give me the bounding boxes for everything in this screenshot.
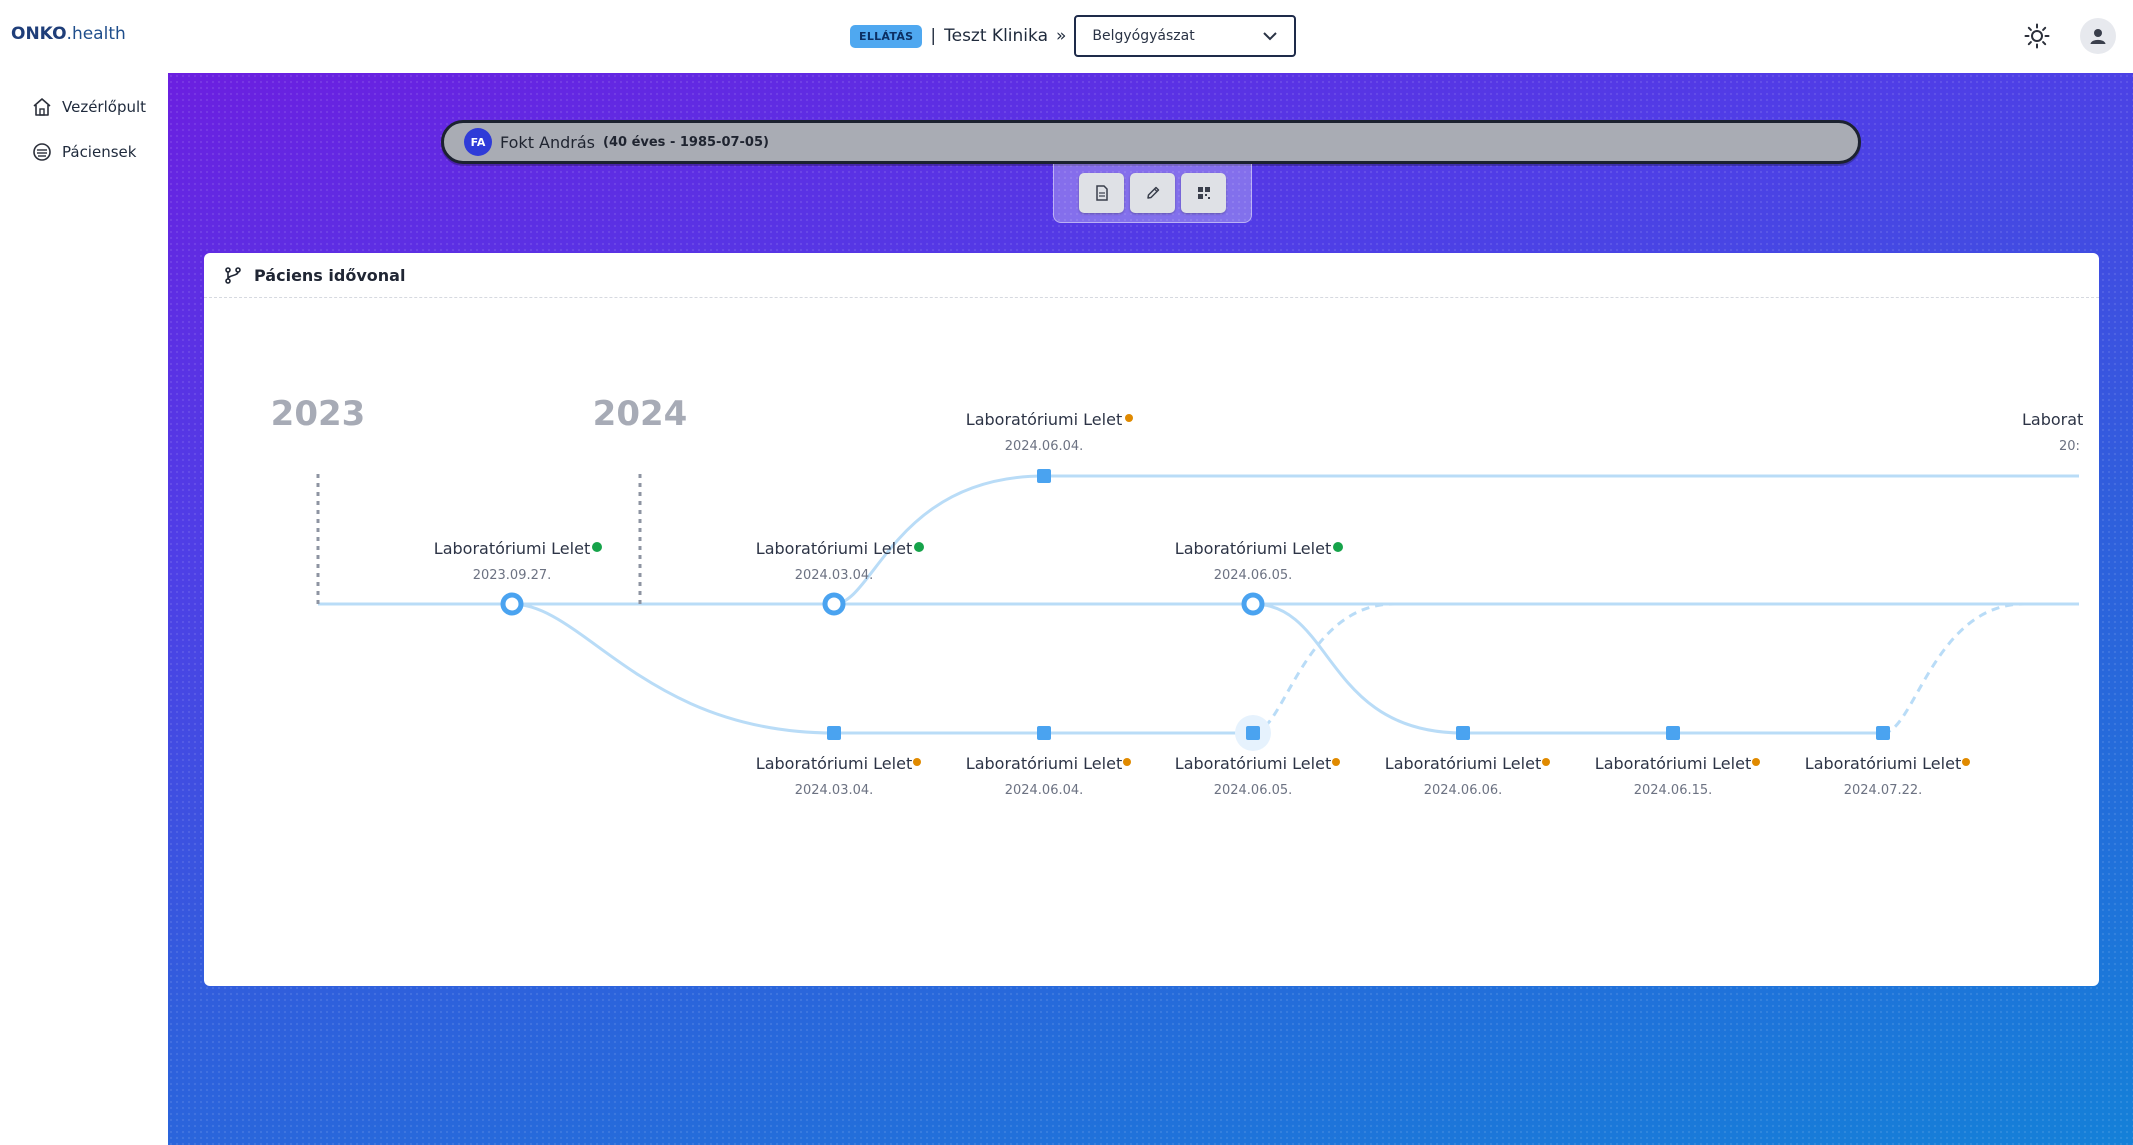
qr-icon [1197, 187, 1210, 199]
context-arrow: » [1055, 26, 1067, 46]
event-date: 20: [2059, 439, 2080, 454]
care-badge: ELLÁTÁS [850, 24, 923, 48]
timeline-event[interactable]: Laboratóriumi Lelet 2024.03.04. [756, 726, 921, 798]
context-separator: | [930, 26, 937, 46]
sidebar-item-label: Páciensek [62, 143, 137, 161]
timeline-event[interactable]: Laboratóriumi Lelet 2024.06.05. [1175, 715, 1340, 798]
event-date: 2024.06.06. [1424, 783, 1503, 798]
status-dot-green [1333, 542, 1343, 552]
event-title: Laboratóriumi Lelet [1595, 754, 1751, 773]
status-dot-orange [1962, 758, 1970, 766]
documents-button[interactable] [1079, 173, 1124, 213]
event-title: Laboratóriumi Lelet [1385, 754, 1541, 773]
event-date: 2024.03.04. [795, 783, 874, 798]
user-icon [2090, 29, 2106, 44]
timeline-event[interactable]: Laboratóriumi Lelet 2024.06.04. [966, 726, 1131, 798]
user-menu-button[interactable] [2080, 18, 2116, 54]
timeline-event[interactable]: Laboratóriumi Lelet 2024.03.04. [756, 539, 924, 616]
status-dot-orange [1125, 414, 1133, 422]
patient-timeline-card: Páciens idővonal 2023 2024 Laboratóriumi… [204, 253, 2099, 986]
event-node[interactable] [1246, 726, 1260, 740]
timeline-event[interactable]: Laboratóriumi Lelet 2023.09.27. [434, 539, 602, 616]
event-title: Laboratóriumi Lelet [1175, 539, 1331, 558]
sidebar: Vezérlőpult Páciensek [0, 73, 168, 1145]
event-node[interactable] [827, 726, 841, 740]
event-node[interactable] [1876, 726, 1890, 740]
event-node[interactable] [822, 592, 846, 616]
top-bar: ONKO.health ELLÁTÁS | Teszt Klinika » Be… [0, 0, 2133, 73]
sun-icon [2024, 23, 2050, 49]
home-icon [33, 98, 51, 116]
event-title: Laboratóriumi Lelet [1805, 754, 1961, 773]
event-title: Laboratóriumi Lelet [966, 410, 1122, 429]
event-date: 2024.06.04. [1005, 783, 1084, 798]
timeline-connectors [318, 474, 2079, 735]
patient-avatar: FA [464, 128, 492, 156]
year-label: 2024 [593, 394, 688, 434]
event-title: Laborat [2022, 410, 2083, 429]
event-title: Laboratóriumi Lelet [756, 539, 912, 558]
status-dot-orange [1752, 758, 1760, 766]
event-node[interactable] [500, 592, 524, 616]
brand-rest: .health [66, 24, 126, 44]
timeline-event-clipped[interactable]: Laborat 20: [2022, 410, 2083, 454]
event-date: 2024.06.05. [1214, 568, 1293, 583]
document-icon [1095, 185, 1108, 201]
qr-code-button[interactable] [1181, 173, 1226, 213]
event-node[interactable] [1241, 592, 1265, 616]
clinic-name: Teszt Klinika [944, 26, 1048, 46]
sidebar-item-dashboard[interactable]: Vezérlőpult [32, 97, 146, 117]
merge-dashed-1 [1252, 602, 1395, 735]
patients-icon [33, 143, 51, 161]
status-dot-green [592, 542, 602, 552]
patient-toolbox [1053, 164, 1252, 223]
status-dot-orange [1332, 758, 1340, 766]
sidebar-item-patients[interactable]: Páciensek [32, 142, 136, 162]
brand-bold: ONKO [11, 24, 67, 44]
sidebar-item-label: Vezérlőpult [62, 98, 147, 116]
event-date: 2023.09.27. [473, 568, 552, 583]
status-dot-orange [913, 758, 921, 766]
year-label: 2023 [271, 394, 366, 434]
branch-down [511, 602, 835, 735]
event-node[interactable] [1037, 726, 1051, 740]
event-date: 2024.06.15. [1634, 783, 1713, 798]
timeline-event[interactable]: Laboratóriumi Lelet 2024.06.04. [966, 410, 1133, 483]
patient-age-birthdate: (40 éves - 1985-07-05) [603, 134, 769, 150]
brand-logo[interactable]: ONKO.health [11, 24, 126, 44]
event-node[interactable] [1456, 726, 1470, 740]
edit-button[interactable] [1130, 173, 1175, 213]
event-node[interactable] [1666, 726, 1680, 740]
branch-down-2 [1252, 602, 1464, 735]
patient-header[interactable]: FA Fokt András (40 éves - 1985-07-05) [441, 120, 1861, 164]
patient-name: Fokt András [500, 132, 596, 152]
event-date: 2024.03.04. [795, 568, 874, 583]
event-date: 2024.06.05. [1214, 783, 1293, 798]
event-date: 2024.07.22. [1844, 783, 1923, 798]
event-title: Laboratóriumi Lelet [756, 754, 912, 773]
timeline-event[interactable]: Laboratóriumi Lelet 2024.06.06. [1385, 726, 1550, 798]
patient-timeline: 2023 2024 Laboratóriumi Lelet 2023.09.27… [271, 394, 2084, 798]
event-title: Laboratóriumi Lelet [1175, 754, 1331, 773]
timeline-event[interactable]: Laboratóriumi Lelet 2024.07.22. [1805, 726, 1970, 798]
pencil-icon [1146, 186, 1159, 199]
status-dot-orange [1123, 758, 1131, 766]
context-switcher: ELLÁTÁS | Teszt Klinika » Belgyógyászat [850, 14, 1297, 58]
theme-toggle-button[interactable] [2024, 23, 2050, 49]
department-select-value: Belgyógyászat [1092, 28, 1195, 44]
timeline-event[interactable]: Laboratóriumi Lelet 2024.06.05. [1175, 539, 1343, 616]
main-content: FA Fokt András (40 éves - 1985-07-05) Pá… [168, 73, 2133, 1145]
timeline-event[interactable]: Laboratóriumi Lelet 2024.06.15. [1595, 726, 1760, 798]
event-title: Laboratóriumi Lelet [434, 539, 590, 558]
status-dot-green [914, 542, 924, 552]
department-select[interactable]: Belgyógyászat [1074, 15, 1297, 57]
merge-dashed-2 [1882, 602, 2025, 735]
event-date: 2024.06.04. [1005, 439, 1084, 454]
event-node[interactable] [1037, 469, 1051, 483]
chevron-down-icon [1263, 32, 1278, 41]
event-title: Laboratóriumi Lelet [966, 754, 1122, 773]
status-dot-orange [1542, 758, 1550, 766]
